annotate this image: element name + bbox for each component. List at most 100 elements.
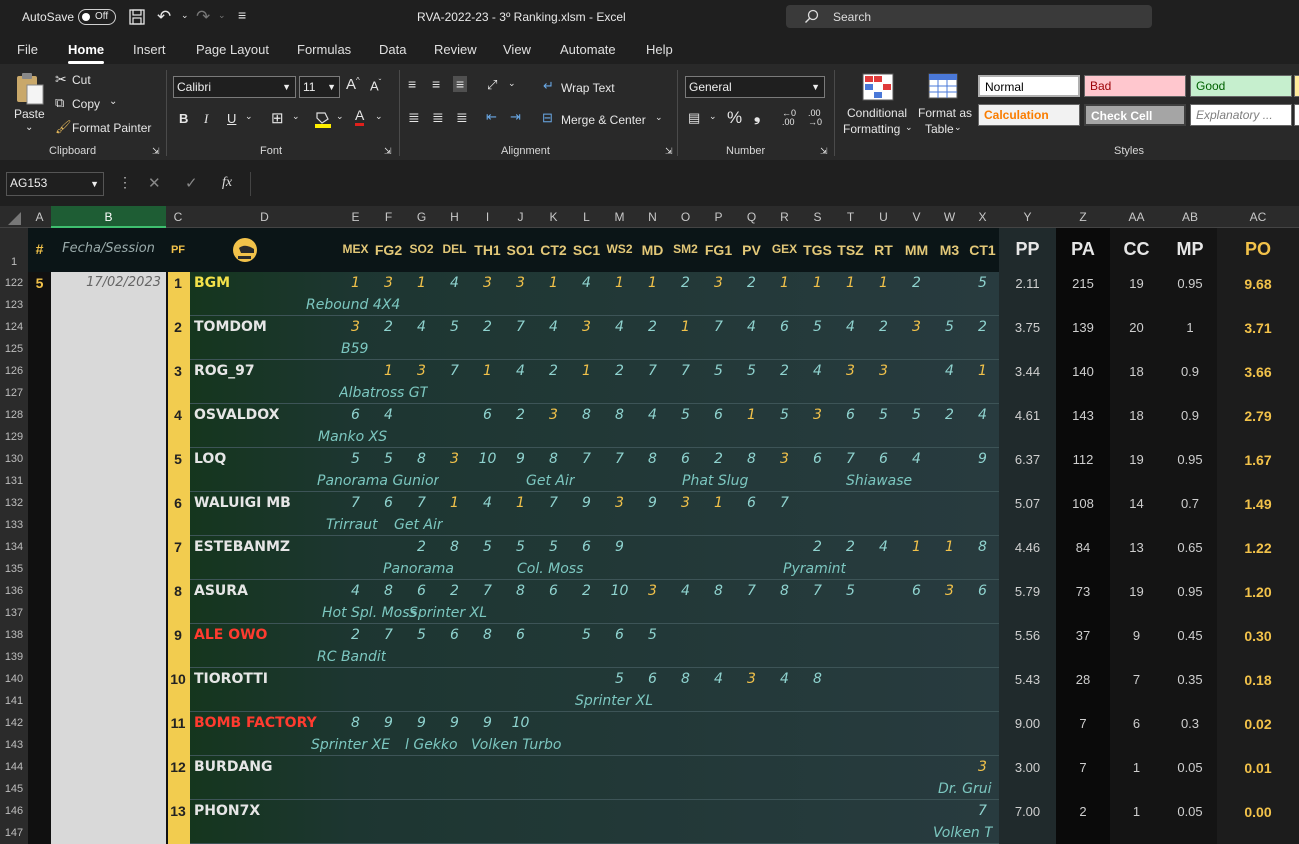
- italic-button[interactable]: I: [204, 111, 208, 127]
- customize-toolbar-icon[interactable]: ≡: [238, 7, 246, 23]
- format-table-dropdown-icon[interactable]: ⌄: [954, 122, 962, 133]
- tab-review[interactable]: Review: [434, 42, 477, 57]
- paste-label[interactable]: Paste: [14, 107, 45, 121]
- copy-icon[interactable]: ⧉: [55, 95, 64, 111]
- row-header-136[interactable]: 136: [0, 585, 28, 597]
- align-top-icon[interactable]: ≡: [408, 76, 416, 92]
- tab-insert[interactable]: Insert: [133, 42, 166, 57]
- more-options-icon[interactable]: ⋮: [118, 174, 132, 191]
- row-header-140[interactable]: 140: [0, 673, 28, 685]
- alignment-launcher-icon[interactable]: ⇲: [665, 146, 673, 157]
- row-header-1[interactable]: 1: [0, 256, 28, 268]
- column-header-k[interactable]: K: [537, 210, 570, 224]
- merge-dropdown-icon[interactable]: ⌄: [655, 112, 663, 123]
- font-size-select[interactable]: 11 ▼: [299, 76, 340, 98]
- conditional-formatting-icon[interactable]: [862, 73, 894, 103]
- column-header-g[interactable]: G: [405, 210, 438, 224]
- paste-dropdown-icon[interactable]: ⌄: [25, 122, 33, 133]
- column-header-c[interactable]: C: [166, 210, 190, 224]
- undo-icon[interactable]: ↶: [157, 7, 171, 27]
- column-header-a[interactable]: A: [28, 210, 51, 224]
- align-left-icon[interactable]: ≣: [408, 109, 420, 126]
- cut-button[interactable]: Cut: [72, 73, 91, 87]
- orientation-dropdown-icon[interactable]: ⌄: [508, 78, 516, 89]
- column-header-aa[interactable]: AA: [1110, 210, 1163, 224]
- column-header-x[interactable]: X: [966, 210, 999, 224]
- fill-color-icon[interactable]: [314, 110, 332, 128]
- row-header-122[interactable]: 122: [0, 277, 28, 289]
- underline-dropdown-icon[interactable]: ⌄: [245, 111, 253, 122]
- autosave-toggle[interactable]: Off: [78, 9, 116, 25]
- tab-help[interactable]: Help: [646, 42, 673, 57]
- column-header-i[interactable]: I: [471, 210, 504, 224]
- number-launcher-icon[interactable]: ⇲: [820, 146, 828, 157]
- underline-button[interactable]: U: [227, 111, 236, 126]
- paste-icon[interactable]: [14, 72, 46, 106]
- insert-function-button[interactable]: fx: [222, 175, 232, 191]
- row-header-131[interactable]: 131: [0, 475, 28, 487]
- column-header-n[interactable]: N: [636, 210, 669, 224]
- fill-color-dropdown-icon[interactable]: ⌄: [336, 111, 344, 122]
- row-header-128[interactable]: 128: [0, 409, 28, 421]
- row-header-146[interactable]: 146: [0, 805, 28, 817]
- percent-icon[interactable]: %: [727, 108, 742, 128]
- column-header-f[interactable]: F: [372, 210, 405, 224]
- accounting-dropdown-icon[interactable]: ⌄: [709, 111, 717, 122]
- merge-center-button[interactable]: Merge & Center: [561, 113, 646, 127]
- decrease-indent-icon[interactable]: ⇤: [486, 109, 497, 125]
- increase-font-icon[interactable]: A^: [346, 76, 360, 93]
- font-color-dropdown-icon[interactable]: ⌄: [375, 111, 383, 122]
- column-header-t[interactable]: T: [834, 210, 867, 224]
- row-header-132[interactable]: 132: [0, 497, 28, 509]
- format-painter-button[interactable]: Format Painter: [72, 121, 151, 135]
- row-header-127[interactable]: 127: [0, 387, 28, 399]
- column-header-d[interactable]: D: [190, 210, 339, 224]
- wrap-text-icon[interactable]: ↵: [543, 78, 554, 94]
- column-header-ab[interactable]: AB: [1163, 210, 1217, 224]
- column-header-e[interactable]: E: [339, 210, 372, 224]
- row-header-124[interactable]: 124: [0, 321, 28, 333]
- column-header-m[interactable]: M: [603, 210, 636, 224]
- align-bottom-icon[interactable]: ≡: [453, 76, 468, 92]
- row-header-144[interactable]: 144: [0, 761, 28, 773]
- tab-automate[interactable]: Automate: [560, 42, 616, 57]
- column-header-ac[interactable]: AC: [1217, 210, 1299, 224]
- row-header-133[interactable]: 133: [0, 519, 28, 531]
- style-good[interactable]: Good: [1190, 75, 1292, 97]
- orientation-icon[interactable]: ⤢: [487, 77, 497, 93]
- format-as-table-label-2[interactable]: Table: [925, 122, 954, 136]
- row-header-125[interactable]: 125: [0, 343, 28, 355]
- row-header-145[interactable]: 145: [0, 783, 28, 795]
- bold-button[interactable]: B: [179, 111, 188, 126]
- row-header-135[interactable]: 135: [0, 563, 28, 575]
- number-format-select[interactable]: General ▼: [685, 76, 825, 98]
- conditional-formatting-label-2[interactable]: Formatting: [843, 122, 900, 136]
- row-header-147[interactable]: 147: [0, 827, 28, 839]
- column-header-l[interactable]: L: [570, 210, 603, 224]
- undo-dropdown-icon[interactable]: ⌄: [181, 10, 189, 21]
- format-as-table-icon[interactable]: [928, 73, 960, 103]
- row-header-123[interactable]: 123: [0, 299, 28, 311]
- style-check-cell[interactable]: Check Cell: [1084, 104, 1186, 126]
- column-header-h[interactable]: H: [438, 210, 471, 224]
- format-as-table-label-1[interactable]: Format as: [918, 106, 972, 120]
- style-input[interactable]: [1294, 104, 1299, 126]
- name-box[interactable]: AG153 ▼: [6, 172, 104, 196]
- search-box[interactable]: Search: [786, 5, 1152, 28]
- copy-dropdown-icon[interactable]: ⌄: [109, 96, 117, 107]
- select-all-icon[interactable]: [6, 212, 22, 226]
- style-neutral[interactable]: [1294, 75, 1299, 97]
- column-header-o[interactable]: O: [669, 210, 702, 224]
- column-header-s[interactable]: S: [801, 210, 834, 224]
- merge-center-icon[interactable]: ⊟: [542, 110, 553, 126]
- align-right-icon[interactable]: ≣: [456, 109, 468, 126]
- column-header-b[interactable]: B: [51, 206, 166, 228]
- borders-dropdown-icon[interactable]: ⌄: [292, 111, 300, 122]
- column-header-w[interactable]: W: [933, 210, 966, 224]
- font-launcher-icon[interactable]: ⇲: [384, 146, 392, 157]
- increase-decimal-icon[interactable]: ←0.00: [782, 109, 796, 127]
- font-color-icon[interactable]: A: [355, 108, 365, 126]
- column-header-v[interactable]: V: [900, 210, 933, 224]
- format-painter-icon[interactable]: 🖌: [55, 119, 72, 135]
- font-family-select[interactable]: Calibri ▼: [173, 76, 296, 98]
